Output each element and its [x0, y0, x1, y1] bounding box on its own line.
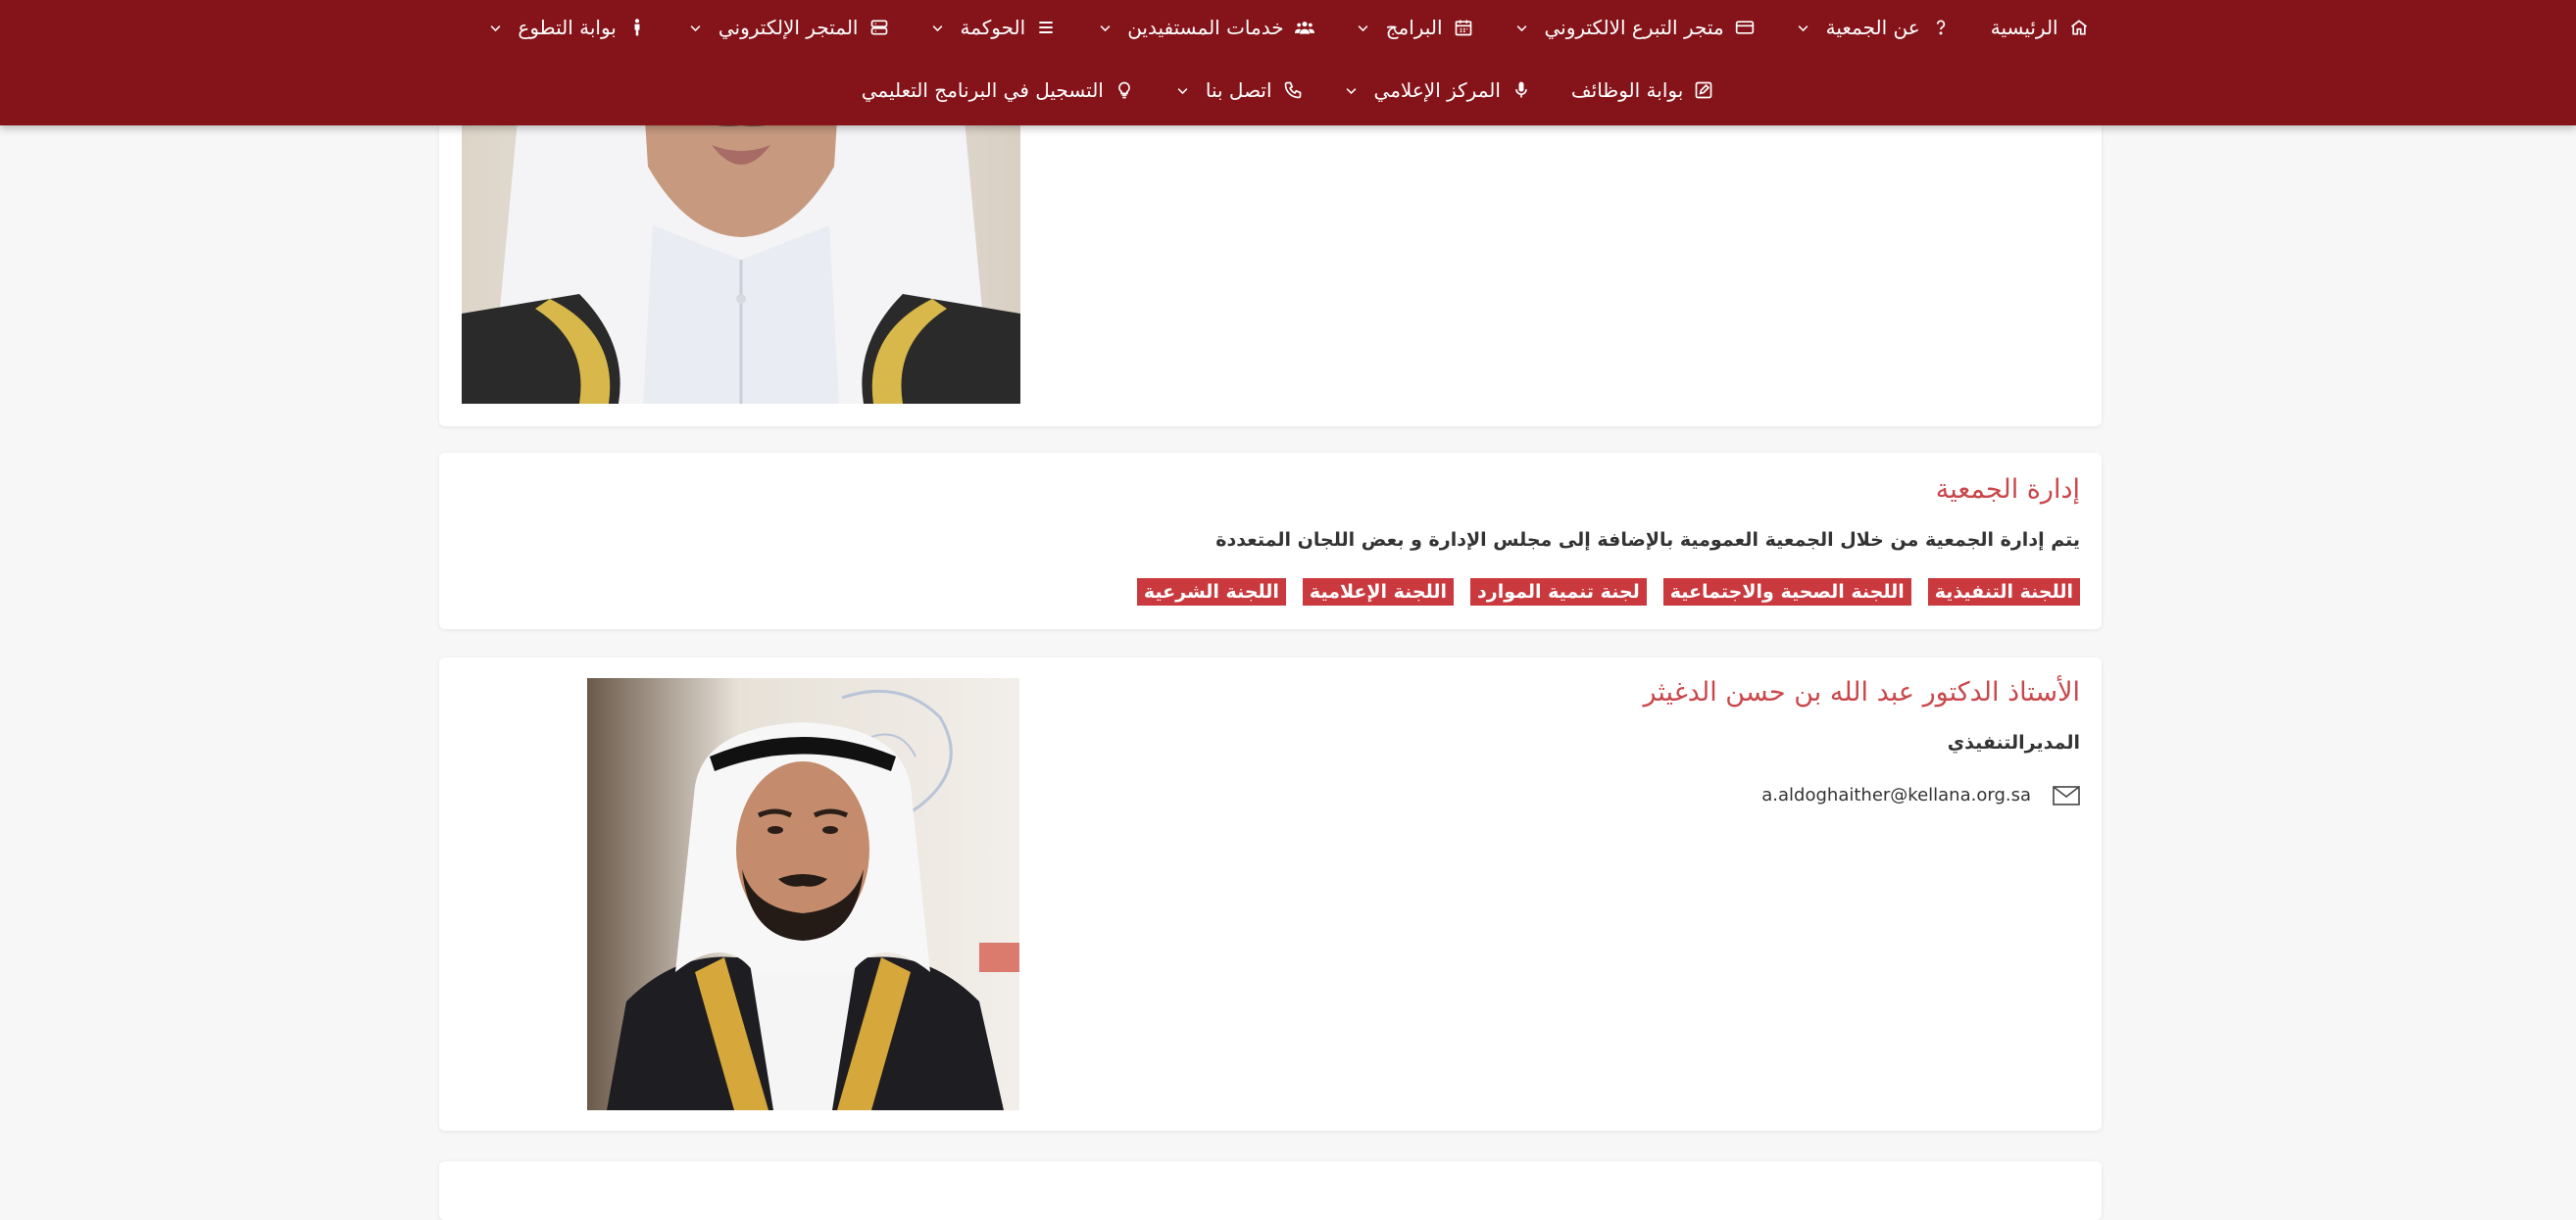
- envelope-icon: [2053, 785, 2080, 805]
- lightbulb-icon: [1114, 79, 1135, 101]
- nav-item-label: البرامج: [1385, 16, 1443, 39]
- home-icon: [2068, 17, 2090, 38]
- nav-row-secondary: بوابة الوظائف المركز الإعلامي اتصل بنا ا…: [0, 71, 2576, 110]
- server-icon: [868, 17, 890, 38]
- nav-item-label: عن الجمعية: [1825, 16, 1920, 39]
- nav-item-label: المركز الإعلامي: [1373, 78, 1501, 102]
- nav-item-volunteer-portal[interactable]: بوابة التطوع: [486, 16, 647, 39]
- nav-item-label: اتصل بنا: [1205, 78, 1272, 102]
- nav-item-label: الحوكمة: [960, 16, 1026, 39]
- calendar-icon: [1453, 17, 1474, 38]
- edit-icon: [1693, 79, 1714, 101]
- top-navigation-bar: الرئيسية عن الجمعية متجر التبرع الالكترو…: [0, 0, 2576, 125]
- chairman-photo: [462, 88, 1020, 404]
- question-icon: [1930, 17, 1952, 38]
- next-card: [439, 1161, 2102, 1220]
- committee-tag-health-social[interactable]: اللجنة الصحية والاجتماعية: [1662, 578, 1911, 606]
- nav-item-home[interactable]: الرئيسية: [1991, 16, 2090, 39]
- director-email-row: a.aldoghaither@kellana.org.sa: [1761, 785, 2080, 805]
- chevron-down-icon: [486, 19, 504, 36]
- nav-item-label: خدمات المستفيدين: [1127, 16, 1284, 39]
- committee-tag-sharia[interactable]: اللجنة الشرعية: [1136, 578, 1286, 606]
- person-icon: [626, 17, 648, 38]
- nav-item-governance[interactable]: الحوكمة: [929, 16, 1058, 39]
- director-email-link[interactable]: a.aldoghaither@kellana.org.sa: [1761, 785, 2031, 805]
- committee-tag-resource-development[interactable]: لجنة تنمية الموارد: [1470, 578, 1647, 606]
- management-title: إدارة الجمعية: [1935, 474, 2080, 505]
- chevron-down-icon: [1174, 81, 1192, 99]
- director-name: الأستاذ الدكتور عبد الله بن حسن الدغيثر: [1643, 677, 2081, 708]
- chevron-down-icon: [1096, 19, 1114, 36]
- nav-item-contact-us[interactable]: اتصل بنا: [1174, 78, 1304, 102]
- phone-icon: [1282, 79, 1304, 101]
- chevron-down-icon: [687, 19, 705, 36]
- chevron-down-icon: [1355, 19, 1372, 36]
- nav-item-label: الرئيسية: [1990, 16, 2058, 39]
- nav-item-label: بوابة الوظائف: [1570, 78, 1684, 102]
- management-card: إدارة الجمعية يتم إدارة الجمعية من خلال …: [439, 453, 2102, 629]
- chevron-down-icon: [1343, 81, 1361, 99]
- microphone-icon: [1511, 79, 1532, 101]
- nav-item-beneficiary-services[interactable]: خدمات المستفيدين: [1096, 16, 1314, 39]
- committee-tag-executive[interactable]: اللجنة التنفيذية: [1927, 578, 2080, 606]
- chevron-down-icon: [1795, 19, 1812, 36]
- chevron-down-icon: [929, 19, 947, 36]
- committee-tag-media[interactable]: اللجنة الإعلامية: [1302, 578, 1455, 606]
- nav-item-programs[interactable]: البرامج: [1355, 16, 1474, 39]
- director-role: المديرالتنفيذي: [1947, 732, 2080, 754]
- nav-item-label: التسجيل في البرنامج التعليمي: [861, 78, 1104, 102]
- users-icon: [1294, 17, 1315, 38]
- credit-card-icon: [1734, 17, 1756, 38]
- nav-item-jobs-portal[interactable]: بوابة الوظائف: [1571, 78, 1714, 102]
- nav-item-label: بوابة التطوع: [518, 16, 617, 39]
- chevron-down-icon: [1513, 19, 1531, 36]
- nav-item-about[interactable]: عن الجمعية: [1795, 16, 1952, 39]
- management-description: يتم إدارة الجمعية من خلال الجمعية العموم…: [1215, 529, 2080, 551]
- nav-item-label: متجر التبرع الالكتروني: [1544, 16, 1724, 39]
- committee-tags: اللجنة التنفيذية اللجنة الصحية والاجتماع…: [1120, 578, 2080, 606]
- nav-item-donation-store[interactable]: متجر التبرع الالكتروني: [1513, 16, 1756, 39]
- nav-item-media-center[interactable]: المركز الإعلامي: [1343, 78, 1532, 102]
- list-icon: [1035, 17, 1057, 38]
- nav-item-e-store[interactable]: المتجر الإلكتروني: [687, 16, 890, 39]
- nav-row-primary: الرئيسية عن الجمعية متجر التبرع الالكترو…: [0, 8, 2576, 47]
- nav-item-education-registration[interactable]: التسجيل في البرنامج التعليمي: [862, 78, 1135, 102]
- nav-item-label: المتجر الإلكتروني: [718, 16, 859, 39]
- director-photo: [587, 678, 1019, 1110]
